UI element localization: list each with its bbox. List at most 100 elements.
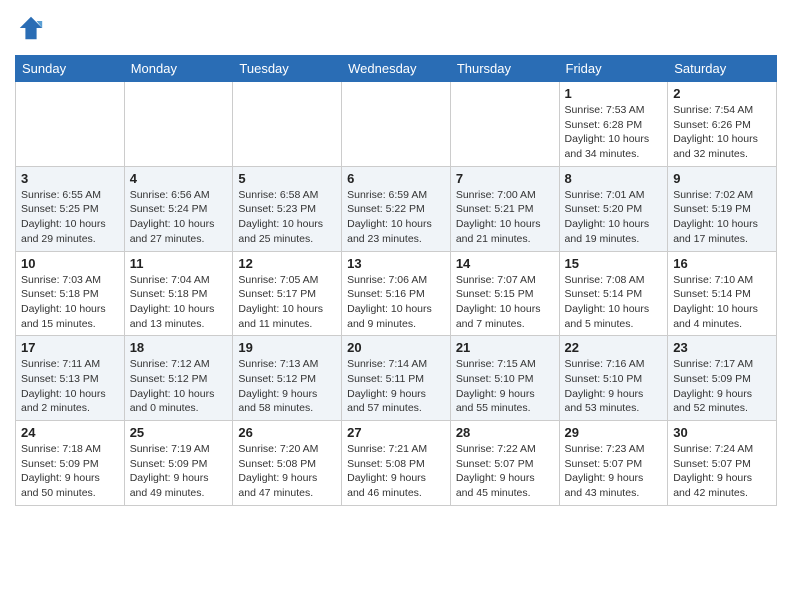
calendar-week-row: 10Sunrise: 7:03 AMSunset: 5:18 PMDayligh… (16, 251, 777, 336)
day-info: Sunrise: 7:20 AMSunset: 5:08 PMDaylight:… (238, 442, 336, 501)
day-number: 30 (673, 425, 771, 440)
weekday-header-wednesday: Wednesday (342, 56, 451, 82)
day-number: 1 (565, 86, 663, 101)
weekday-header-saturday: Saturday (668, 56, 777, 82)
calendar-week-row: 17 Sunrise: 7:11 AMSunset: 5:13 PMDayligh… (16, 336, 777, 421)
day-info: Sunrise: 7:19 AMSunset: 5:09 PMDaylight:… (130, 442, 228, 501)
day-info: Sunrise: 6:58 AMSunset: 5:23 PMDaylight:… (238, 188, 336, 247)
calendar-cell: 7 Sunrise: 7:00 AMSunset: 5:21 PMDaylight… (450, 166, 559, 251)
calendar-cell: 13 Sunrise: 7:06 AMSunset: 5:16 PMDayligh… (342, 251, 451, 336)
day-number: 15 (565, 256, 663, 271)
day-number: 4 (130, 171, 228, 186)
weekday-header-sunday: Sunday (16, 56, 125, 82)
calendar-cell (16, 82, 125, 167)
day-info: Sunrise: 7:21 AMSunset: 5:08 PMDaylight:… (347, 442, 445, 501)
calendar-cell (342, 82, 451, 167)
day-info: Sunrise: 7:10 AMSunset: 5:14 PMDaylight:… (673, 273, 771, 332)
day-info: Sunrise: 7:11 AMSunset: 5:13 PMDaylight:… (21, 357, 119, 416)
day-number: 17 (21, 340, 119, 355)
day-info: Sunrise: 7:06 AMSunset: 5:16 PMDaylight:… (347, 273, 445, 332)
calendar-cell (233, 82, 342, 167)
day-info: Sunrise: 7:24 AMSunset: 5:07 PMDaylight:… (673, 442, 771, 501)
day-number: 21 (456, 340, 554, 355)
calendar-table: SundayMondayTuesdayWednesdayThursdayFrid… (15, 55, 777, 506)
day-info: Sunrise: 7:17 AMSunset: 5:09 PMDaylight:… (673, 357, 771, 416)
day-number: 12 (238, 256, 336, 271)
day-info: Sunrise: 7:22 AMSunset: 5:07 PMDaylight:… (456, 442, 554, 501)
day-number: 23 (673, 340, 771, 355)
calendar-cell: 2Sunrise: 7:54 AMSunset: 6:26 PMDaylight… (668, 82, 777, 167)
calendar-cell: 8Sunrise: 7:01 AMSunset: 5:20 PMDaylight… (559, 166, 668, 251)
day-info: Sunrise: 7:00 AMSunset: 5:21 PMDaylight:… (456, 188, 554, 247)
calendar-cell: 11Sunrise: 7:04 AMSunset: 5:18 PMDayligh… (124, 251, 233, 336)
calendar-cell: 10Sunrise: 7:03 AMSunset: 5:18 PMDayligh… (16, 251, 125, 336)
day-number: 10 (21, 256, 119, 271)
weekday-header-tuesday: Tuesday (233, 56, 342, 82)
day-number: 9 (673, 171, 771, 186)
calendar-cell: 17 Sunrise: 7:11 AMSunset: 5:13 PMDayligh… (16, 336, 125, 421)
day-number: 25 (130, 425, 228, 440)
day-number: 7 (456, 171, 554, 186)
day-number: 6 (347, 171, 445, 186)
calendar-cell (450, 82, 559, 167)
calendar-header-row: SundayMondayTuesdayWednesdayThursdayFrid… (16, 56, 777, 82)
calendar-cell: 5 Sunrise: 6:58 AMSunset: 5:23 PMDaylight… (233, 166, 342, 251)
day-number: 29 (565, 425, 663, 440)
calendar-cell: 23 Sunrise: 7:17 AMSunset: 5:09 PMDayligh… (668, 336, 777, 421)
calendar-cell: 16 Sunrise: 7:10 AMSunset: 5:14 PMDayligh… (668, 251, 777, 336)
day-number: 28 (456, 425, 554, 440)
page-container: SundayMondayTuesdayWednesdayThursdayFrid… (0, 0, 792, 516)
calendar-cell: 1 Sunrise: 7:53 AMSunset: 6:28 PMDaylight… (559, 82, 668, 167)
calendar-cell: 28 Sunrise: 7:22 AMSunset: 5:07 PMDayligh… (450, 421, 559, 506)
calendar-cell: 26 Sunrise: 7:20 AMSunset: 5:08 PMDayligh… (233, 421, 342, 506)
weekday-header-thursday: Thursday (450, 56, 559, 82)
calendar-cell: 29 Sunrise: 7:23 AMSunset: 5:07 PMDayligh… (559, 421, 668, 506)
day-number: 18 (130, 340, 228, 355)
calendar-cell (124, 82, 233, 167)
calendar-cell: 30 Sunrise: 7:24 AMSunset: 5:07 PMDayligh… (668, 421, 777, 506)
logo (15, 14, 45, 47)
day-number: 26 (238, 425, 336, 440)
weekday-header-monday: Monday (124, 56, 233, 82)
day-info: Sunrise: 7:02 AMSunset: 5:19 PMDaylight:… (673, 188, 771, 247)
day-info: Sunrise: 7:54 AMSunset: 6:26 PMDaylight:… (673, 103, 771, 162)
day-number: 22 (565, 340, 663, 355)
day-info: Sunrise: 7:15 AMSunset: 5:10 PMDaylight:… (456, 357, 554, 416)
day-number: 13 (347, 256, 445, 271)
day-info: Sunrise: 7:13 AMSunset: 5:12 PMDaylight:… (238, 357, 336, 416)
day-info: Sunrise: 7:53 AMSunset: 6:28 PMDaylight:… (565, 103, 663, 162)
calendar-cell: 22Sunrise: 7:16 AMSunset: 5:10 PMDayligh… (559, 336, 668, 421)
day-info: Sunrise: 6:56 AMSunset: 5:24 PMDaylight:… (130, 188, 228, 247)
day-info: Sunrise: 7:14 AMSunset: 5:11 PMDaylight:… (347, 357, 445, 416)
calendar-cell: 4 Sunrise: 6:56 AMSunset: 5:24 PMDaylight… (124, 166, 233, 251)
day-info: Sunrise: 7:18 AMSunset: 5:09 PMDaylight:… (21, 442, 119, 501)
header (15, 10, 777, 47)
calendar-cell: 12 Sunrise: 7:05 AMSunset: 5:17 PMDayligh… (233, 251, 342, 336)
calendar-cell: 6 Sunrise: 6:59 AMSunset: 5:22 PMDaylight… (342, 166, 451, 251)
calendar-cell: 14 Sunrise: 7:07 AMSunset: 5:15 PMDayligh… (450, 251, 559, 336)
day-info: Sunrise: 7:01 AMSunset: 5:20 PMDaylight:… (565, 188, 663, 247)
calendar-cell: 18 Sunrise: 7:12 AMSunset: 5:12 PMDayligh… (124, 336, 233, 421)
day-info: Sunrise: 6:59 AMSunset: 5:22 PMDaylight:… (347, 188, 445, 247)
calendar-week-row: 24Sunrise: 7:18 AMSunset: 5:09 PMDayligh… (16, 421, 777, 506)
day-number: 14 (456, 256, 554, 271)
day-info: Sunrise: 7:04 AMSunset: 5:18 PMDaylight:… (130, 273, 228, 332)
day-number: 3 (21, 171, 119, 186)
calendar-cell: 15Sunrise: 7:08 AMSunset: 5:14 PMDayligh… (559, 251, 668, 336)
calendar-cell: 25 Sunrise: 7:19 AMSunset: 5:09 PMDayligh… (124, 421, 233, 506)
day-info: Sunrise: 7:05 AMSunset: 5:17 PMDaylight:… (238, 273, 336, 332)
day-info: Sunrise: 7:12 AMSunset: 5:12 PMDaylight:… (130, 357, 228, 416)
calendar-week-row: 1 Sunrise: 7:53 AMSunset: 6:28 PMDaylight… (16, 82, 777, 167)
calendar-cell: 3 Sunrise: 6:55 AMSunset: 5:25 PMDaylight… (16, 166, 125, 251)
calendar-cell: 21 Sunrise: 7:15 AMSunset: 5:10 PMDayligh… (450, 336, 559, 421)
day-number: 27 (347, 425, 445, 440)
calendar-cell: 9 Sunrise: 7:02 AMSunset: 5:19 PMDaylight… (668, 166, 777, 251)
day-info: Sunrise: 6:55 AMSunset: 5:25 PMDaylight:… (21, 188, 119, 247)
day-number: 16 (673, 256, 771, 271)
calendar-cell: 19Sunrise: 7:13 AMSunset: 5:12 PMDayligh… (233, 336, 342, 421)
day-number: 5 (238, 171, 336, 186)
day-info: Sunrise: 7:23 AMSunset: 5:07 PMDaylight:… (565, 442, 663, 501)
weekday-header-friday: Friday (559, 56, 668, 82)
calendar-cell: 27 Sunrise: 7:21 AMSunset: 5:08 PMDayligh… (342, 421, 451, 506)
day-info: Sunrise: 7:07 AMSunset: 5:15 PMDaylight:… (456, 273, 554, 332)
